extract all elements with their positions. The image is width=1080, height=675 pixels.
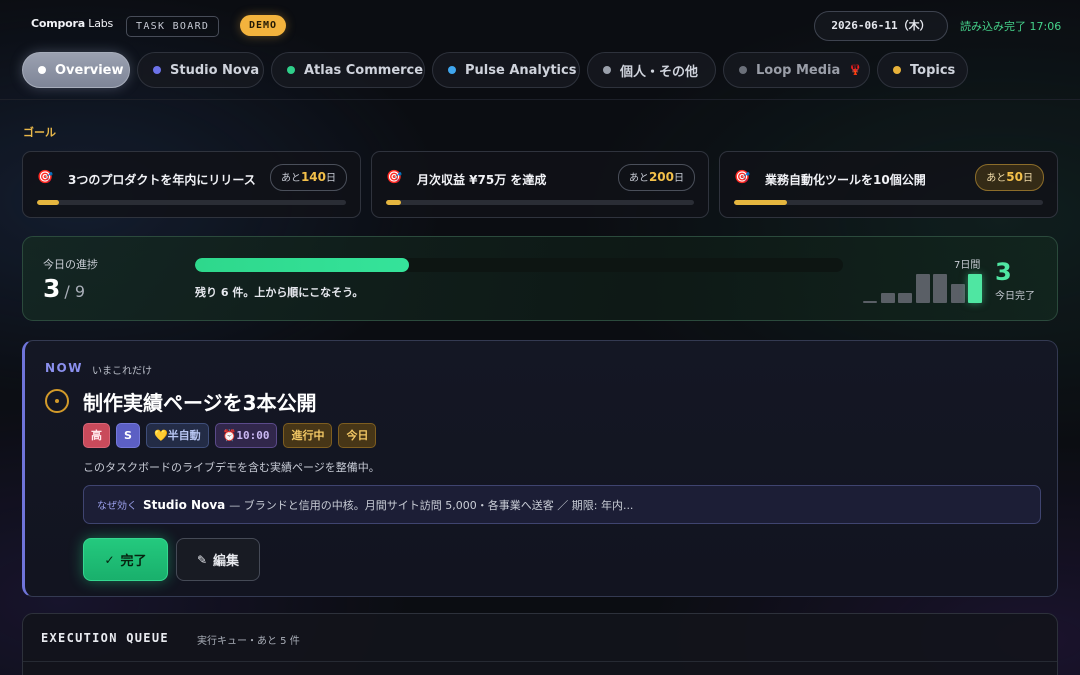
goal-progress-fill [734,200,787,205]
demo-badge: DEMO [240,15,287,36]
dot-icon [739,66,747,74]
automation-chip: 💛半自動 [145,423,209,448]
target-icon: 🎯 [386,170,403,185]
days-left-badge: あと200日 [617,164,695,191]
today-progress-fill [195,258,409,272]
tab-loop-media[interactable]: Loop Media 🦞 [723,52,870,88]
execution-queue: EXECUTION QUEUE 実行キュー・あと 5 件 [22,613,1058,675]
sparkline-bar [915,274,930,303]
task-status-ring-icon[interactable] [45,389,69,413]
sparkline-bar-today [968,274,982,303]
tab-atlas-commerce[interactable]: Atlas Commerce [271,52,425,88]
sparkline-bar [933,274,947,303]
task-chips: 高 S 💛半自動 ⏰10:00 進行中 今日 [83,423,377,448]
sparkline-bar [898,293,912,303]
brand-logo: Compora Labs [31,17,114,30]
sparkline-bar [880,293,895,303]
days-left-badge: あと140日 [269,164,347,191]
now-subtitle: いまこれだけ [92,366,152,377]
priority-chip: 高 [83,423,110,448]
goal-title: 業務自動化ツールを10個公開 [765,173,926,187]
today-progress-count: 3/ 9 [43,274,86,303]
queue-subtitle: 実行キュー・あと 5 件 [197,636,300,647]
goal-progress-fill [386,200,402,205]
edit-button[interactable]: ✎ 編集 [176,538,260,581]
header-divider [0,99,1080,100]
why-text: — ブランドと信用の中核。月間サイト訪問 5,000・各事業へ送客 ／ 期限: … [229,498,634,512]
status-chip: 進行中 [283,423,333,448]
project-tabs: Overview Studio Nova Atlas Commerce Puls… [0,52,1080,88]
tab-studio-nova[interactable]: Studio Nova [137,52,264,88]
why-it-matters-box: なぜ効く Studio Nova — ブランドと信用の中核。月間サイト訪問 5,… [83,485,1041,524]
today-progress-label: 今日の進捗 [43,258,98,271]
sparkline-bar [863,301,877,303]
pencil-icon: ✎ [196,552,208,567]
queue-divider [23,661,1057,662]
today-progress-panel: 今日の進捗 3/ 9 残り 6 件。上から順にこなそう。 7日間 3 今日完了 [22,236,1058,321]
dot-icon [38,66,46,74]
goal-progress-bar [386,200,694,205]
now-task-title: 制作実績ページを3本公開 [83,391,317,415]
time-chip: ⏰10:00 [214,423,278,448]
remaining-text: 残り 6 件。上から順にこなそう。 [195,286,364,299]
now-task-card: NOW いまこれだけ 制作実績ページを3本公開 高 S 💛半自動 ⏰10:00 … [22,340,1058,597]
today-done-label: 今日完了 [995,291,1035,302]
top-bar: Compora Labs TASK BOARD DEMO 2026-06-11（… [0,0,1080,50]
why-label: なぜ効く [97,501,137,512]
target-icon: 🎯 [37,170,54,185]
goal-progress-fill [37,200,59,205]
dot-icon [603,66,611,74]
goal-card[interactable]: 🎯 月次収益 ¥75万 を達成 あと200日 [371,151,709,218]
load-status: 読み込み完了 17:06 [960,20,1062,33]
goal-card[interactable]: 🎯 3つのプロダクトを年内にリリース あと140日 [22,151,361,218]
today-done-count: 3 [995,258,1012,286]
goal-title: 3つのプロダクトを年内にリリース [68,173,256,187]
due-chip: 今日 [338,423,377,448]
dot-icon [153,66,161,74]
tab-overview[interactable]: Overview [22,52,130,88]
days-left-badge: あと50日 [975,164,1044,191]
tab-personal-other[interactable]: 個人・その他 [587,52,716,88]
sparkline-bar [950,283,965,303]
task-description: このタスクボードのライブデモを含む実績ページを整備中。 [83,461,380,474]
goal-progress-bar [37,200,346,205]
task-board-badge: TASK BOARD [126,16,220,37]
check-icon: ✓ [104,552,115,567]
lobster-icon: 🦞 [849,64,862,76]
today-progress-bar [195,258,843,272]
date-display[interactable]: 2026-06-11（木） [814,11,948,41]
tab-pulse-analytics[interactable]: Pulse Analytics [432,52,580,88]
goal-title: 月次収益 ¥75万 を達成 [417,173,547,187]
goal-card[interactable]: 🎯 業務自動化ツールを10個公開 あと50日 [719,151,1058,218]
queue-title: EXECUTION QUEUE [41,631,169,645]
goals-heading: ゴール [23,126,56,139]
now-tag: NOW [45,361,83,375]
size-chip: S [116,423,140,448]
dot-icon [893,66,901,74]
tab-topics[interactable]: Topics [877,52,968,88]
complete-button[interactable]: ✓ 完了 [83,538,168,581]
dot-icon [287,66,295,74]
dot-icon [448,66,456,74]
why-project: Studio Nova [143,497,226,512]
goal-progress-bar [734,200,1043,205]
target-icon: 🎯 [734,170,751,185]
weekly-sparkline [863,268,985,303]
